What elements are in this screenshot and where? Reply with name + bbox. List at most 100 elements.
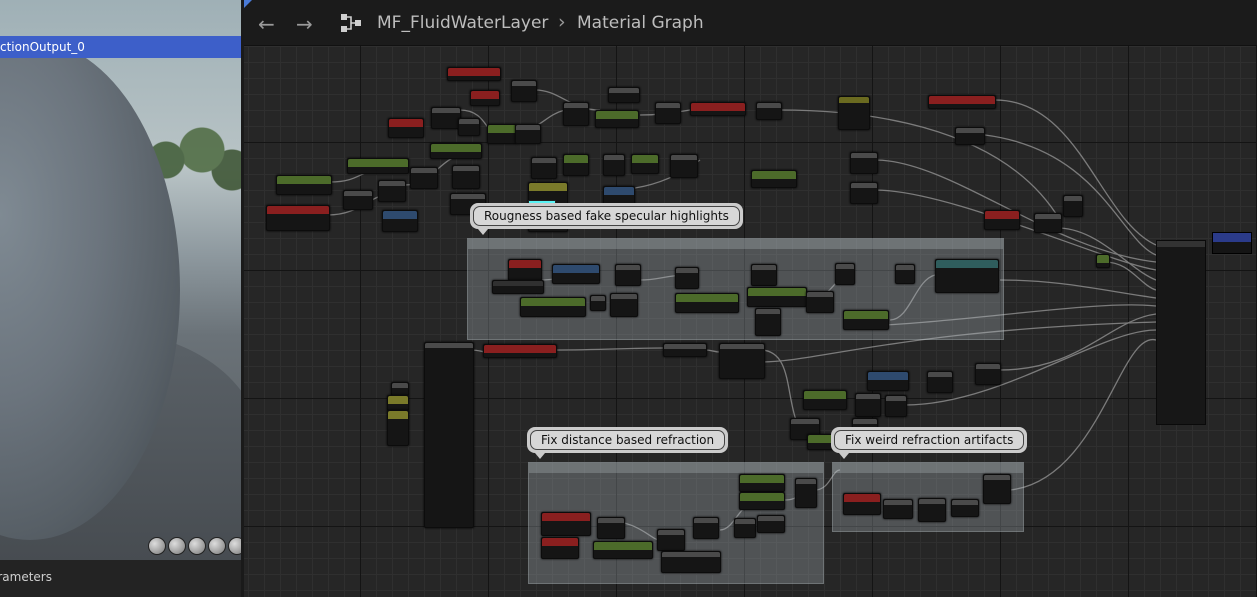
graph-node[interactable] bbox=[843, 493, 881, 515]
graph-node[interactable] bbox=[751, 264, 777, 286]
graph-node[interactable] bbox=[452, 165, 480, 189]
graph-node[interactable] bbox=[935, 259, 999, 293]
graph-node[interactable] bbox=[388, 118, 424, 138]
graph-node[interactable] bbox=[739, 474, 785, 492]
graph-node[interactable] bbox=[597, 517, 625, 539]
graph-node[interactable] bbox=[838, 96, 870, 130]
graph-node[interactable] bbox=[806, 291, 834, 313]
graph-node[interactable] bbox=[431, 107, 461, 129]
graph-node[interactable] bbox=[927, 371, 953, 393]
graph-node[interactable] bbox=[663, 343, 707, 357]
graph-node[interactable] bbox=[391, 382, 409, 396]
comment-bubble-distance[interactable]: Fix distance based refraction bbox=[527, 427, 729, 459]
graph-node[interactable] bbox=[483, 344, 557, 358]
graph-node[interactable] bbox=[608, 87, 640, 103]
graph-node[interactable] bbox=[843, 310, 889, 330]
graph-node[interactable] bbox=[610, 293, 638, 317]
graph-node[interactable] bbox=[955, 127, 985, 145]
graph-node[interactable] bbox=[1096, 254, 1110, 268]
graph-node[interactable] bbox=[531, 157, 557, 179]
material-function-node[interactable] bbox=[424, 342, 474, 528]
comment-bubble-roughness[interactable]: Rougness based fake specular highlights bbox=[470, 203, 743, 235]
graph-node[interactable] bbox=[447, 67, 501, 81]
arrow-right-icon[interactable]: → bbox=[296, 12, 313, 36]
tab-corner-marker bbox=[244, 0, 252, 8]
graph-node[interactable] bbox=[590, 295, 606, 311]
graph-node[interactable] bbox=[276, 175, 332, 195]
graph-node[interactable] bbox=[690, 102, 746, 116]
breadcrumb-separator-icon: › bbox=[558, 11, 566, 33]
graph-node[interactable] bbox=[593, 541, 653, 559]
graph-node[interactable] bbox=[387, 410, 409, 446]
graph-node[interactable] bbox=[675, 267, 699, 289]
graph-node[interactable] bbox=[895, 264, 915, 284]
graph-node[interactable] bbox=[795, 478, 817, 508]
graph-node[interactable] bbox=[675, 293, 739, 313]
graph-node[interactable] bbox=[670, 154, 698, 178]
graph-node[interactable] bbox=[983, 474, 1011, 504]
comment-text-roughness: Rougness based fake specular highlights bbox=[473, 206, 740, 226]
graph-node[interactable] bbox=[541, 537, 579, 559]
material-result-node[interactable] bbox=[1156, 240, 1206, 425]
graph-node[interactable] bbox=[655, 102, 681, 124]
graph-node[interactable] bbox=[850, 182, 878, 204]
graph-node[interactable] bbox=[719, 343, 765, 379]
graph-node[interactable] bbox=[1034, 213, 1062, 233]
graph-node[interactable] bbox=[511, 80, 537, 102]
breadcrumb-asset[interactable]: MF_FluidWaterLayer bbox=[377, 13, 548, 33]
graph-node[interactable] bbox=[430, 143, 482, 159]
comment-text-weird: Fix weird refraction artifacts bbox=[834, 430, 1025, 450]
graph-node[interactable] bbox=[928, 95, 996, 109]
graph-node[interactable] bbox=[984, 210, 1020, 230]
graph-node[interactable] bbox=[867, 371, 909, 391]
graph-node[interactable] bbox=[347, 158, 409, 174]
graph-node[interactable] bbox=[747, 287, 807, 307]
graph-node[interactable] bbox=[387, 395, 409, 411]
graph-node[interactable] bbox=[595, 110, 639, 128]
graph-node[interactable] bbox=[470, 90, 500, 106]
graph-node[interactable] bbox=[693, 517, 719, 539]
graph-node[interactable] bbox=[751, 170, 797, 188]
graph-node[interactable] bbox=[603, 154, 625, 176]
comment-box-roughness[interactable] bbox=[467, 238, 1004, 340]
graph-node[interactable] bbox=[657, 529, 685, 551]
graph-node[interactable] bbox=[885, 395, 907, 417]
arrow-left-icon[interactable]: ← bbox=[258, 12, 275, 36]
graph-node[interactable] bbox=[739, 492, 785, 510]
graph-node[interactable] bbox=[563, 102, 589, 126]
graph-node[interactable] bbox=[541, 512, 591, 536]
graph-node[interactable] bbox=[631, 154, 659, 174]
output-node[interactable] bbox=[1212, 232, 1252, 254]
graph-node[interactable] bbox=[552, 264, 600, 284]
graph-node[interactable] bbox=[515, 124, 541, 144]
graph-node[interactable] bbox=[382, 210, 418, 232]
breadcrumb-graph[interactable]: Material Graph bbox=[577, 13, 704, 33]
graph-node[interactable] bbox=[410, 167, 438, 189]
graph-node[interactable] bbox=[487, 124, 517, 144]
graph-node[interactable] bbox=[563, 154, 589, 176]
graph-node[interactable] bbox=[520, 297, 586, 317]
comment-text-distance: Fix distance based refraction bbox=[530, 430, 726, 450]
graph-node[interactable] bbox=[835, 263, 855, 285]
graph-node[interactable] bbox=[734, 518, 756, 538]
graph-node[interactable] bbox=[757, 515, 785, 533]
graph-node[interactable] bbox=[266, 205, 330, 231]
comment-bubble-weird[interactable]: Fix weird refraction artifacts bbox=[831, 427, 1028, 459]
graph-node[interactable] bbox=[1063, 195, 1083, 217]
graph-node[interactable] bbox=[855, 393, 881, 417]
graph-node[interactable] bbox=[756, 102, 782, 120]
graph-node[interactable] bbox=[803, 390, 847, 410]
graph-node[interactable] bbox=[883, 499, 913, 519]
graph-node[interactable] bbox=[508, 259, 542, 281]
graph-node[interactable] bbox=[918, 498, 946, 522]
graph-node[interactable] bbox=[343, 190, 373, 210]
graph-node[interactable] bbox=[661, 551, 721, 573]
graph-node[interactable] bbox=[458, 118, 480, 136]
graph-node[interactable] bbox=[755, 308, 781, 336]
graph-node[interactable] bbox=[975, 363, 1001, 385]
graph-node[interactable] bbox=[492, 280, 544, 294]
graph-node[interactable] bbox=[378, 180, 406, 202]
graph-node[interactable] bbox=[615, 264, 641, 286]
graph-node[interactable] bbox=[850, 152, 878, 174]
graph-node[interactable] bbox=[951, 499, 979, 517]
